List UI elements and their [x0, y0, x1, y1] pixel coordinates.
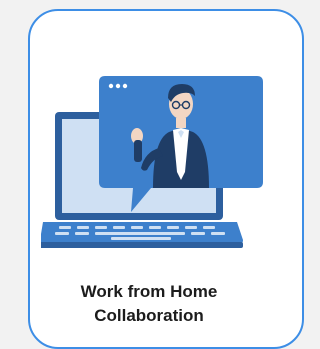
laptop-edge	[41, 242, 243, 248]
card-title-line1: Work from Home	[80, 282, 218, 301]
card-title-line2: Collaboration	[94, 306, 204, 325]
card-title[interactable]: Work from Home Collaboration	[28, 280, 270, 328]
window-dots	[108, 83, 128, 89]
video-call-laptop-icon	[41, 76, 263, 248]
